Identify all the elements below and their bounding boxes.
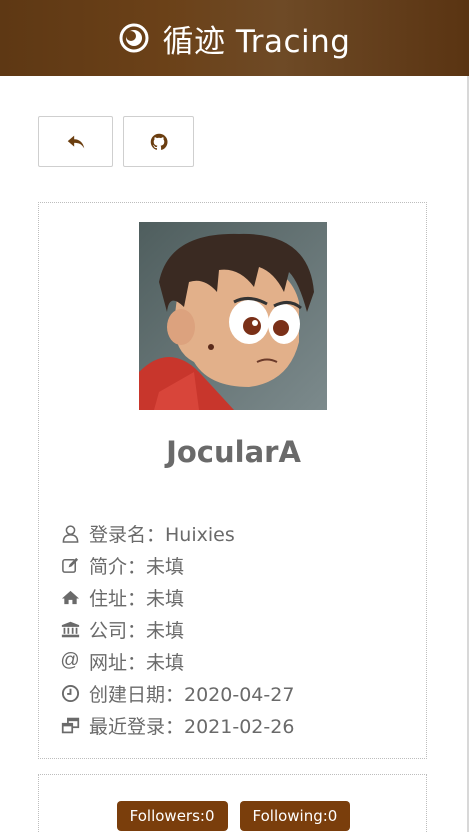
display-name: JocularA [166,435,301,469]
app-header: 循迹 Tracing [0,0,469,76]
info-company-text: 公司：未填 [89,619,185,642]
user-icon [59,523,81,543]
profile-card: JocularA 登录名：Huixies 简介：未填 住址：未填 公司：未填 @… [38,202,427,759]
info-login: 登录名：Huixies [59,517,419,549]
github-icon [150,133,168,150]
back-button[interactable] [38,116,113,167]
follow-card: Followers:0 Following:0 [38,774,427,832]
info-last-login-text: 最近登录：2021-02-26 [89,715,295,738]
info-address-text: 住址：未填 [89,587,185,610]
clock-icon [59,683,81,703]
at-icon: @ [60,650,80,671]
bank-icon [59,619,81,639]
home-icon [59,587,81,607]
info-login-text: 登录名：Huixies [89,523,235,546]
info-address: 住址：未填 [59,581,419,613]
app-title: 循迹 Tracing [162,23,351,60]
info-bio-text: 简介：未填 [89,555,185,578]
info-website-text: 网址：未填 [89,651,185,674]
following-badge[interactable]: Following:0 [239,801,351,831]
edit-icon [59,555,81,575]
github-button[interactable] [123,116,194,167]
circle-target-icon [119,23,149,53]
profile-info-list: 登录名：Huixies 简介：未填 住址：未填 公司：未填 @ 网址：未填 创建… [59,517,419,741]
info-company: 公司：未填 [59,613,419,645]
followers-badge[interactable]: Followers:0 [116,801,228,831]
reply-arrow-icon [67,135,84,148]
follow-badges: Followers:0 Following:0 [39,801,428,831]
window-restore-icon [59,715,81,735]
avatar [139,222,327,410]
info-created: 创建日期：2020-04-27 [59,677,419,709]
info-last-login: 最近登录：2021-02-26 [59,709,419,741]
info-bio: 简介：未填 [59,549,419,581]
info-created-text: 创建日期：2020-04-27 [89,683,295,706]
info-website: @ 网址：未填 [59,645,419,677]
